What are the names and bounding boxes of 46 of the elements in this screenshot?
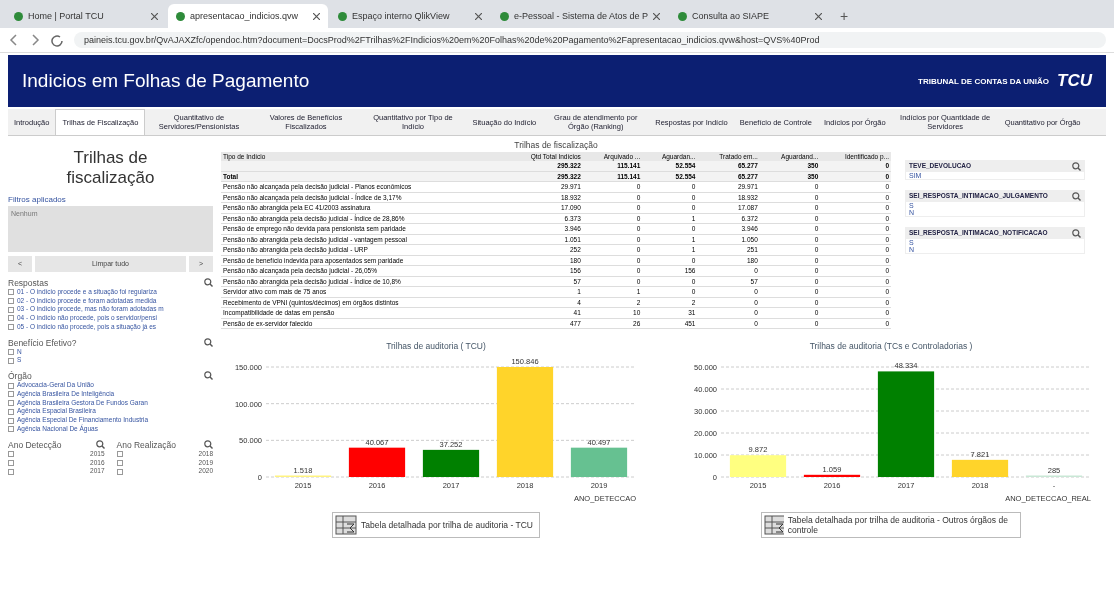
close-icon[interactable] (815, 12, 823, 20)
search-icon[interactable] (204, 439, 213, 449)
close-icon[interactable] (653, 12, 661, 20)
browser-tab[interactable]: e-Pessoal - Sistema de Atos de P (492, 4, 669, 28)
bar[interactable] (803, 474, 861, 477)
browser-tab[interactable]: apresentacao_indicios.qvw (168, 4, 328, 28)
logo: TCU (1057, 71, 1092, 91)
section-title: Trilhas de fiscalização (65, 148, 156, 189)
search-icon[interactable] (1072, 229, 1081, 238)
bar[interactable] (348, 447, 406, 477)
bar[interactable] (422, 449, 480, 477)
search-icon[interactable] (1072, 162, 1081, 171)
new-tab-button[interactable]: + (832, 8, 857, 28)
table-title: Trilhas de fiscalização (513, 140, 599, 150)
search-icon[interactable] (204, 337, 213, 347)
search-icon[interactable] (204, 371, 213, 381)
close-icon[interactable] (475, 12, 482, 20)
page-icon (338, 11, 347, 21)
list-title: Respostas (8, 277, 49, 288)
detail-table-button[interactable]: Tabela detalhada por trilha de auditoria - Outros órgãos de controle (761, 512, 1021, 538)
browser-tab[interactable]: Consulta ao SIAPE (670, 4, 831, 28)
list-title: Benefício Efetivo? (8, 337, 77, 348)
table-icon (335, 515, 358, 535)
filters-label: Filtros aplicados (8, 194, 67, 204)
page-icon (14, 11, 23, 21)
page-icon (176, 11, 185, 21)
browser-tab[interactable]: Espaço interno QlikView (330, 4, 490, 28)
search-icon[interactable] (95, 439, 105, 449)
page-icon (500, 11, 509, 21)
page-icon (678, 11, 688, 21)
search-icon[interactable] (204, 277, 213, 287)
close-icon[interactable] (151, 12, 158, 20)
list-title: Órgão (8, 371, 32, 382)
close-icon[interactable] (313, 12, 320, 20)
chart-title: Trilhas de auditoria ( TCU) (386, 341, 486, 351)
chart-title: Trilhas de auditoria (TCs e Controladorias ) (809, 341, 973, 351)
browser-tab[interactable]: Home | Portal TCU (6, 4, 166, 28)
list-title: Ano Detecção (8, 439, 62, 450)
organization-name: TRIBUNAL DE CONTAS DA UNIÃO (918, 76, 1050, 86)
search-icon[interactable] (1072, 192, 1081, 201)
address-field[interactable]: paineis.tcu.gov.br/QvAJAXZfc/opendoc.htm?document=DocsProd%2FTrilhas%2FIndicios%20em%20Folhas%20de%20Pagamento%2Fapresentacao_indicios.qvw&host=QVS%40Prod (74, 32, 1106, 48)
list-title: Ano Realização (116, 439, 177, 450)
bar[interactable] (877, 371, 935, 477)
table-icon (764, 515, 784, 535)
detail-table-button[interactable]: Tabela detalhada por trilha de auditoria - TCU (332, 512, 540, 538)
page-title: Indicios em Folhas de Pagamento (22, 70, 310, 92)
